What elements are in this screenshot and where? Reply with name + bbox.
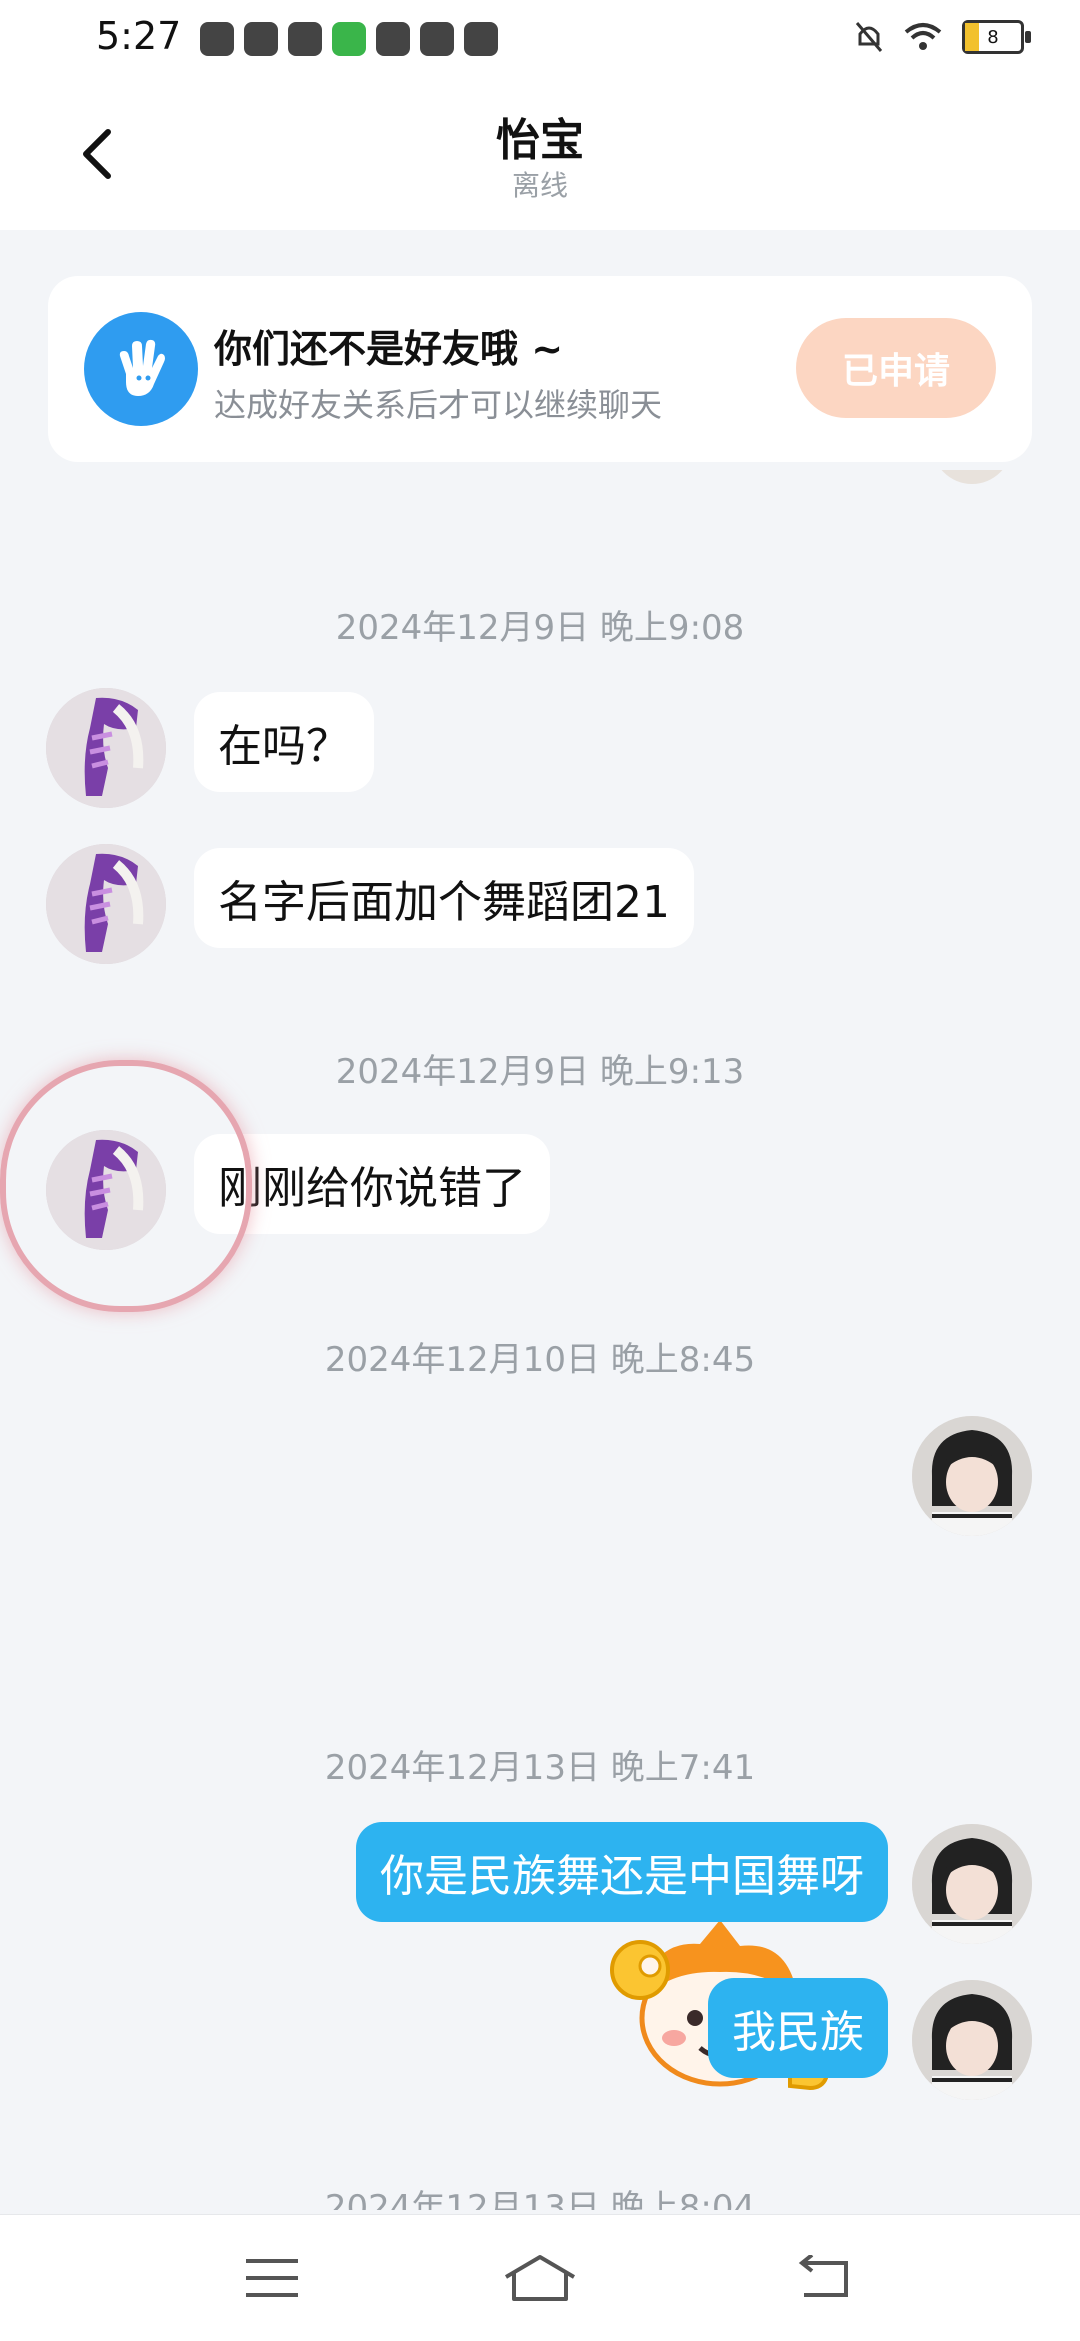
battery-icon: 8 — [962, 20, 1031, 54]
message-bubble[interactable]: 你是民族舞还是中国舞呀 — [356, 1822, 888, 1922]
notification-icon — [200, 22, 234, 56]
message-timestamp: 2024年12月10日 晚上8:45 — [324, 1340, 756, 1380]
game-icon — [332, 22, 366, 56]
chat-header: 怡宝 离线 — [0, 84, 1080, 230]
my-avatar[interactable] — [912, 1416, 1032, 1536]
status-time: 5:27 — [96, 14, 182, 58]
home-icon — [504, 2255, 576, 2301]
return-icon — [798, 2255, 848, 2297]
menu-icon — [246, 2259, 298, 2297]
partial-avatar — [932, 470, 1012, 484]
friend-notice-title: 你们还不是好友哦 ~ — [214, 327, 564, 371]
my-avatar[interactable] — [912, 1980, 1032, 2100]
message-bubble[interactable]: 在吗？ — [194, 692, 374, 792]
hand-icon — [84, 312, 198, 426]
back-nav-button[interactable] — [784, 2245, 864, 2311]
bus-icon — [420, 22, 454, 56]
friend-notice-card: 你们还不是好友哦 ~ 达成好友关系后才可以继续聊天 已申请 — [48, 276, 1032, 462]
mail-icon — [464, 22, 498, 56]
menu-button[interactable] — [232, 2245, 312, 2311]
wifi-icon — [904, 23, 942, 50]
status-bar: 5:27 8 — [0, 0, 1080, 84]
contact-status: 离线 — [511, 169, 568, 202]
status-right: 8 — [854, 20, 1031, 54]
message-timestamp: 2024年12月9日 晚上9:08 — [335, 608, 745, 648]
contact-name: 怡宝 — [496, 115, 584, 166]
mute-icon — [855, 22, 883, 52]
contact-avatar[interactable] — [46, 844, 166, 964]
app-icon — [244, 22, 278, 56]
home-button[interactable] — [500, 2245, 580, 2311]
crown-icon — [288, 22, 322, 56]
message-bubble[interactable]: 名字后面加个舞蹈团21 — [194, 848, 694, 948]
message-list[interactable]: 2024年12月9日 晚上9:08 在吗？ 名字后面加个舞蹈团21 2024年1… — [0, 470, 1080, 2210]
friend-notice-subtitle: 达成好友关系后才可以继续聊天 — [214, 386, 663, 424]
message-bubble[interactable]: 我民族 — [708, 1978, 888, 2078]
message-timestamp: 2024年12月13日 晚上7:41 — [324, 1748, 756, 1788]
book-icon — [376, 22, 410, 56]
message-timestamp: 2024年12月13日 晚上8:04 — [324, 2188, 756, 2210]
battery-level: 8 — [987, 26, 999, 48]
applied-button[interactable]: 已申请 — [796, 318, 996, 418]
contact-avatar[interactable] — [46, 688, 166, 808]
system-nav-bar — [0, 2214, 1080, 2341]
my-avatar[interactable] — [912, 1824, 1032, 1944]
highlight-circle — [0, 1060, 252, 1312]
